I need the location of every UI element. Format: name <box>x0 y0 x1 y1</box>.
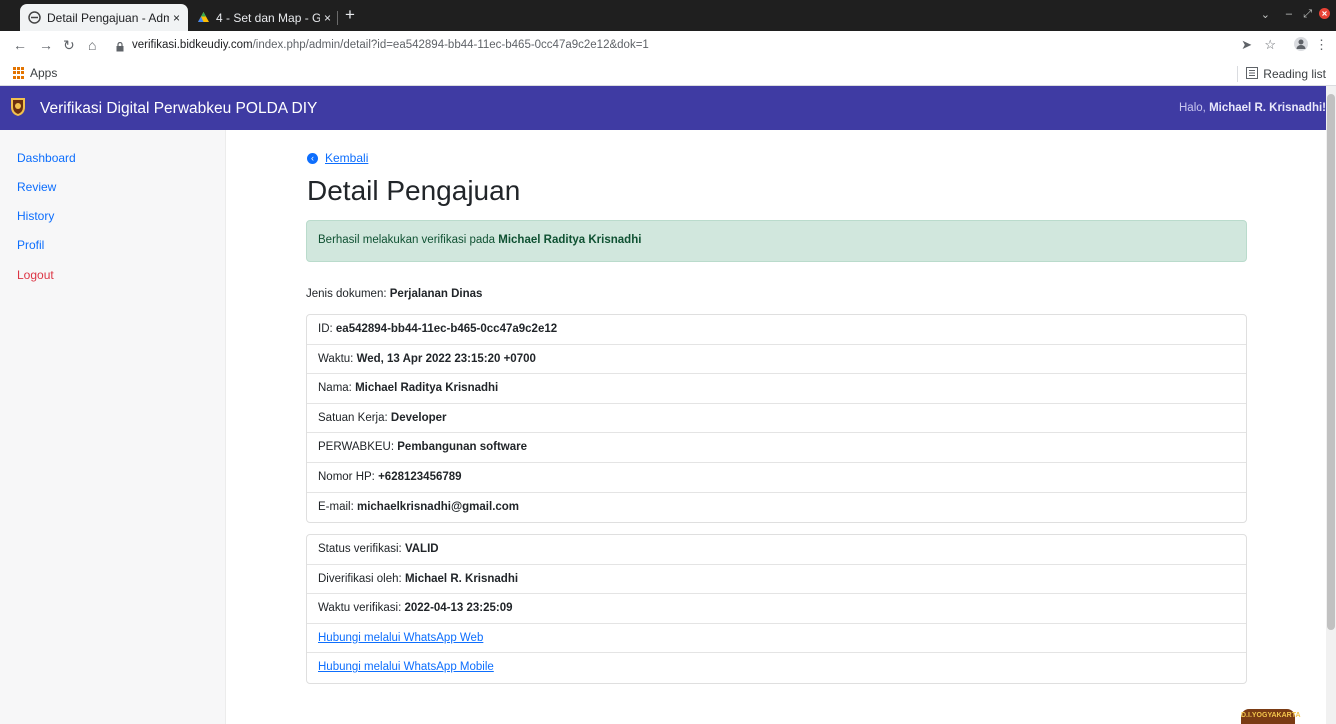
verification-row-time: Waktu verifikasi: 2022-04-13 23:25:09 <box>307 594 1246 624</box>
forward-arrow-icon[interactable]: → <box>39 37 53 53</box>
back-arrow-icon[interactable]: ← <box>13 37 27 53</box>
back-link[interactable]: ‹ Kembali <box>307 151 368 165</box>
sidebar-item-logout[interactable]: Logout <box>17 268 54 282</box>
user-greeting: Halo, Michael R. Krisnadhi! <box>1179 102 1326 114</box>
browser-tab-strip: Detail Pengajuan - Admi × 4 - Set dan Ma… <box>0 0 1336 31</box>
browser-toolbar: ← → ↻ ⌂ verifikasi.bidkeudiy.com/index.p… <box>0 31 1336 61</box>
verification-row-status: Status verifikasi: VALID <box>307 535 1246 565</box>
verification-list: Status verifikasi: VALID Diverifikasi ol… <box>306 534 1247 684</box>
lock-icon[interactable] <box>116 41 124 55</box>
app-brand-title[interactable]: Verifikasi Digital Perwabkeu POLDA DIY <box>40 100 317 118</box>
detail-row-id: ID: ea542894-bb44-11ec-b465-0cc47a9c2e12 <box>307 315 1246 345</box>
site-favicon-icon <box>28 11 41 24</box>
tab-search-icon[interactable]: ⌄ <box>1261 8 1270 21</box>
detail-row-nama: Nama: Michael Raditya Krisnadhi <box>307 374 1246 404</box>
whatsapp-web-row: Hubungi melalui WhatsApp Web <box>307 624 1246 654</box>
tab-set-dan-map[interactable]: 4 - Set dan Map - Googl × <box>189 4 339 31</box>
polda-logo-icon[interactable] <box>10 97 26 117</box>
tab-title: 4 - Set dan Map - Googl <box>216 10 320 25</box>
url-field[interactable]: verifikasi.bidkeudiy.com/index.php/admin… <box>132 39 649 51</box>
sidebar: Dashboard Review History Profil Logout <box>0 130 226 724</box>
bookmarks-bar: Apps Reading list <box>0 61 1336 86</box>
page-title: Detail Pengajuan <box>307 175 521 206</box>
reading-list-label: Reading list <box>1263 67 1326 81</box>
apps-grid-icon <box>13 67 25 79</box>
reload-icon[interactable]: ↻ <box>63 37 75 53</box>
verification-row-verifier: Diverifikasi oleh: Michael R. Krisnadhi <box>307 565 1246 595</box>
tab-close-icon[interactable]: × <box>324 11 331 25</box>
close-window-icon[interactable] <box>1319 8 1330 22</box>
profile-avatar-icon[interactable] <box>1294 37 1308 54</box>
back-circle-icon: ‹ <box>307 152 318 164</box>
detail-row-perwabkeu: PERWABKEU: Pembangunan software <box>307 433 1246 463</box>
detail-row-satuan-kerja: Satuan Kerja: Developer <box>307 404 1246 434</box>
sidebar-item-profil[interactable]: Profil <box>17 238 44 252</box>
reading-list-icon <box>1246 66 1259 82</box>
home-icon[interactable]: ⌂ <box>88 37 96 53</box>
minimize-icon[interactable]: – <box>1286 8 1292 20</box>
reading-list-button[interactable]: Reading list <box>1237 66 1326 82</box>
tab-detail-pengajuan[interactable]: Detail Pengajuan - Admi × <box>20 4 188 31</box>
back-label: Kembali <box>325 151 369 165</box>
tab-close-icon[interactable]: × <box>173 11 180 25</box>
detail-row-email: E-mail: michaelkrisnadhi@gmail.com <box>318 500 520 513</box>
apps-bookmark[interactable]: Apps <box>13 66 57 80</box>
tab-title: Detail Pengajuan - Admi <box>47 10 169 25</box>
whatsapp-mobile-link[interactable]: Hubungi melalui WhatsApp Mobile <box>318 661 494 673</box>
scrollbar-thumb[interactable] <box>1327 94 1335 630</box>
tab-separator <box>337 11 338 25</box>
new-tab-button[interactable]: + <box>345 6 355 24</box>
document-type: Jenis dokumen: Perjalanan Dinas <box>306 288 483 300</box>
sidebar-item-dashboard[interactable]: Dashboard <box>17 151 76 165</box>
apps-label: Apps <box>30 66 58 80</box>
whatsapp-web-link[interactable]: Hubungi melalui WhatsApp Web <box>318 632 483 644</box>
whatsapp-mobile-row: Hubungi melalui WhatsApp Mobile <box>307 653 1246 683</box>
detail-list: ID: ea542894-bb44-11ec-b465-0cc47a9c2e12… <box>306 314 1247 524</box>
app-navbar: Verifikasi Digital Perwabkeu POLDA DIY H… <box>0 86 1336 130</box>
detail-row-waktu: Waktu: Wed, 13 Apr 2022 23:15:20 +0700 <box>307 345 1246 375</box>
sidebar-item-review[interactable]: Review <box>17 180 56 194</box>
detail-row-nomor-hp: Nomor HP: +628123456789 <box>307 463 1246 493</box>
success-alert: Berhasil melakukan verifikasi pada Micha… <box>306 220 1247 262</box>
bookmark-star-icon[interactable]: ☆ <box>1264 37 1276 53</box>
google-drive-icon <box>197 11 210 24</box>
maximize-icon[interactable]: ⤢ <box>1303 8 1312 21</box>
yogyakarta-badge: D.I.YOGYAKARTA <box>1241 709 1301 724</box>
send-tab-icon[interactable]: ➤ <box>1241 37 1252 53</box>
sidebar-item-history[interactable]: History <box>17 209 54 223</box>
menu-kebab-icon[interactable]: ⋮ <box>1315 37 1328 53</box>
